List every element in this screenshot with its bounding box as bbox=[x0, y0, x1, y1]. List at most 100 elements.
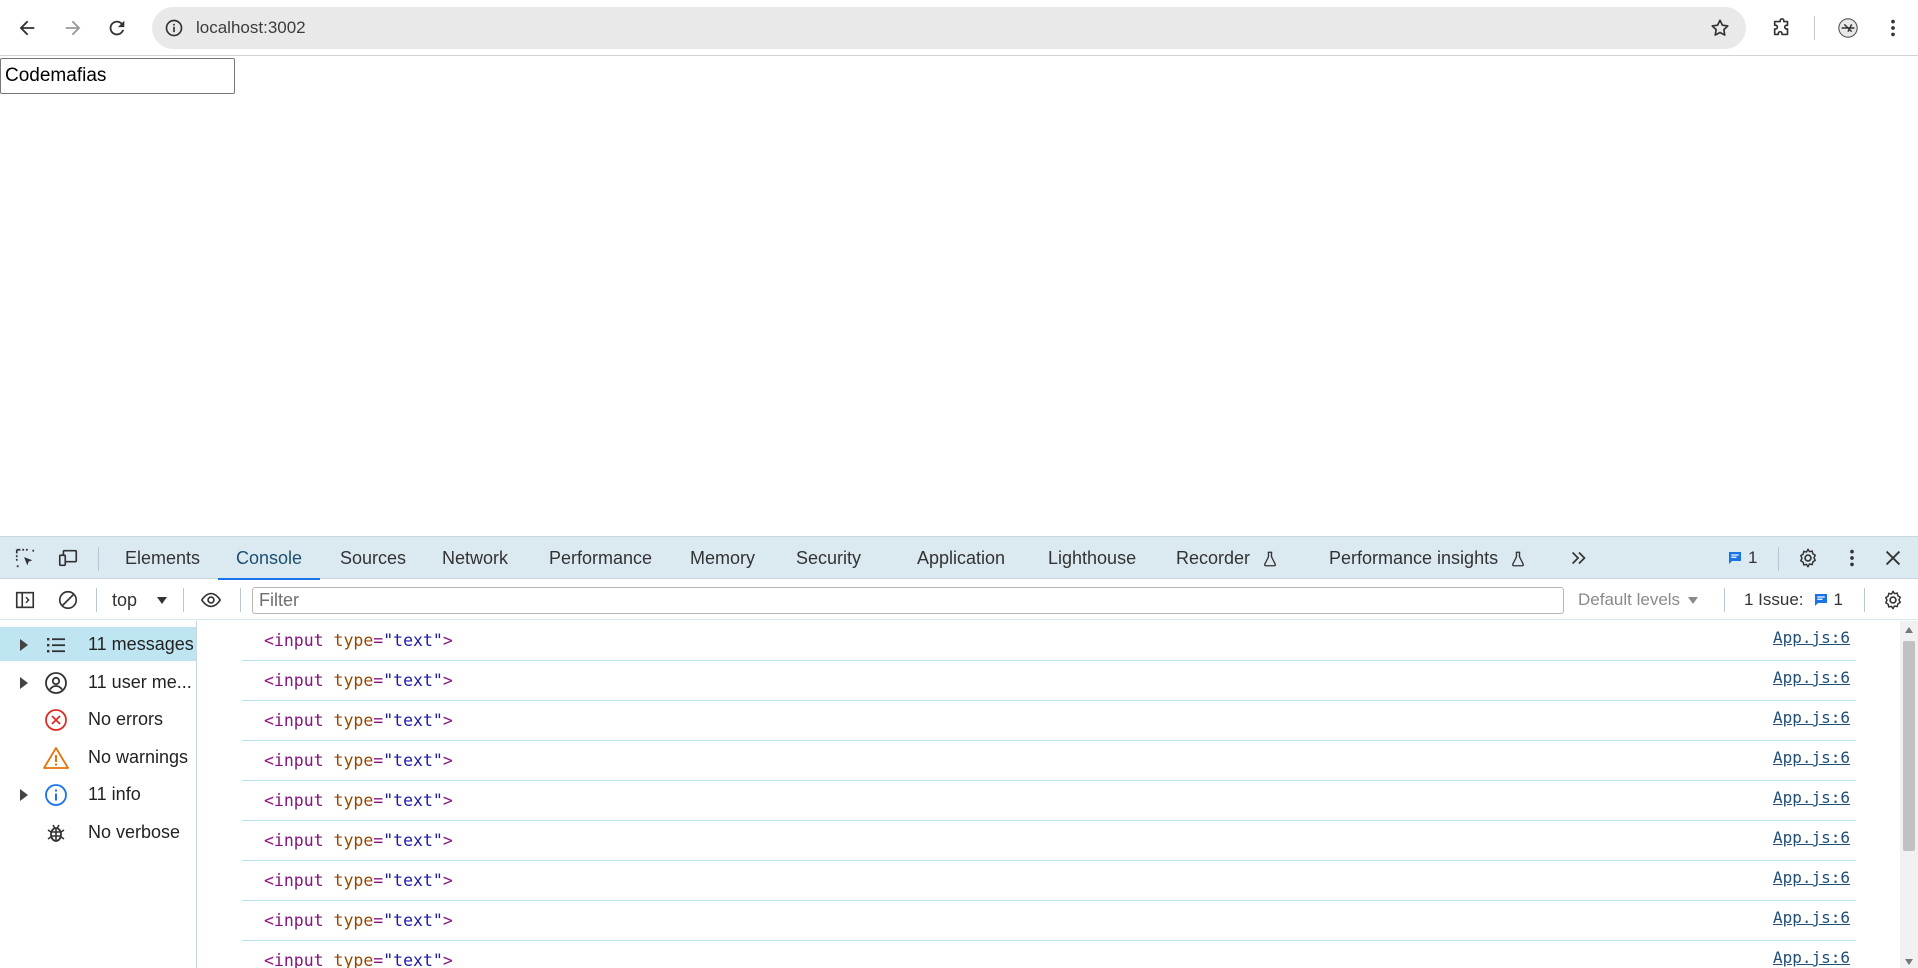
sidebar-item-label: 11 messages bbox=[88, 634, 194, 654]
message-source-link[interactable]: App.js:6 bbox=[1773, 861, 1850, 901]
log-levels-dropdown[interactable]: Default levels bbox=[1578, 580, 1699, 620]
expand-triangle-icon[interactable] bbox=[20, 789, 28, 801]
console-message-row[interactable]: <input type="text"> App.js:6 bbox=[242, 661, 1856, 701]
sidebar-item-messages[interactable]: 11 messages bbox=[0, 627, 196, 661]
bookmark-star-icon[interactable] bbox=[1708, 16, 1732, 40]
profile-button[interactable] bbox=[1830, 10, 1866, 46]
log-levels-label: Default levels bbox=[1578, 590, 1681, 609]
expand-triangle-icon[interactable] bbox=[20, 677, 28, 689]
toolbar-separator bbox=[96, 588, 97, 612]
console-message-code[interactable]: <input type="text"> bbox=[264, 661, 453, 701]
tab-lighthouse[interactable]: Lighthouse bbox=[1044, 537, 1140, 579]
message-source-link[interactable]: App.js:6 bbox=[1773, 941, 1850, 968]
sidebar-item-label: No verbose bbox=[88, 822, 181, 842]
sidebar-item-label: 11 user me... bbox=[88, 672, 192, 692]
tab-sources[interactable]: Sources bbox=[336, 537, 410, 579]
browser-toolbar: localhost:3002 bbox=[0, 0, 1918, 56]
message-source-link[interactable]: App.js:6 bbox=[1773, 701, 1850, 741]
console-message-row[interactable]: <input type="text"> App.js:6 bbox=[242, 621, 1856, 661]
user-icon bbox=[43, 670, 69, 696]
console-message-row[interactable]: <input type="text"> App.js:6 bbox=[242, 741, 1856, 781]
tab-performance-insights-label: Performance insights bbox=[1329, 548, 1499, 568]
devtools-menu-kebab-icon[interactable] bbox=[1839, 545, 1865, 571]
toolbar-separator bbox=[1814, 16, 1815, 40]
tab-performance-insights[interactable]: Performance insights bbox=[1325, 537, 1531, 579]
message-source-link[interactable]: App.js:6 bbox=[1773, 741, 1850, 781]
tab-security[interactable]: Security bbox=[792, 537, 865, 579]
flask-icon bbox=[1264, 551, 1277, 567]
tab-recorder[interactable]: Recorder bbox=[1172, 537, 1283, 579]
devtools-tab-bar: Elements Console Sources Network Perform… bbox=[0, 537, 1918, 580]
browser-menu-button[interactable] bbox=[1875, 10, 1911, 46]
close-devtools-icon[interactable] bbox=[1880, 545, 1906, 571]
message-source-link[interactable]: App.js:6 bbox=[1773, 781, 1850, 821]
reload-icon bbox=[109, 20, 125, 36]
device-toolbar-icon[interactable] bbox=[55, 545, 81, 571]
tab-performance[interactable]: Performance bbox=[545, 537, 656, 579]
console-settings-gear-icon[interactable] bbox=[1880, 587, 1906, 613]
tab-elements[interactable]: Elements bbox=[121, 537, 204, 579]
context-selector[interactable]: top bbox=[112, 580, 168, 620]
console-filter-input[interactable] bbox=[252, 587, 1564, 614]
site-info-icon[interactable] bbox=[162, 16, 186, 40]
message-bubble-icon bbox=[1729, 552, 1741, 564]
console-message-code[interactable]: <input type="text"> bbox=[264, 781, 453, 821]
console-message-code[interactable]: <input type="text"> bbox=[264, 941, 453, 968]
scroll-down-arrow-icon[interactable] bbox=[1905, 959, 1913, 965]
forward-button[interactable] bbox=[55, 10, 91, 46]
sidebar-item-label: 11 info bbox=[88, 784, 141, 804]
scroll-up-arrow-icon[interactable] bbox=[1905, 627, 1913, 633]
dropdown-triangle-icon bbox=[157, 597, 168, 605]
inspect-element-icon[interactable] bbox=[12, 545, 38, 571]
console-message-code[interactable]: <input type="text"> bbox=[264, 861, 453, 901]
console-message-row[interactable]: <input type="text"> App.js:6 bbox=[242, 821, 1856, 861]
expand-triangle-icon[interactable] bbox=[20, 639, 28, 651]
message-source-link[interactable]: App.js:6 bbox=[1773, 901, 1850, 941]
console-message-code[interactable]: <input type="text"> bbox=[264, 621, 453, 661]
message-source-link[interactable]: App.js:6 bbox=[1773, 621, 1850, 661]
extensions-button[interactable] bbox=[1764, 10, 1800, 46]
sidebar-toggle-icon[interactable] bbox=[12, 587, 38, 613]
console-message-row[interactable]: <input type="text"> App.js:6 bbox=[242, 701, 1856, 741]
tab-network[interactable]: Network bbox=[438, 537, 512, 579]
address-bar[interactable]: localhost:3002 bbox=[152, 7, 1746, 49]
url-text[interactable]: localhost:3002 bbox=[196, 7, 306, 49]
issues-badge-count: 1 bbox=[1748, 548, 1758, 567]
kebab-menu-icon bbox=[1891, 19, 1895, 37]
clear-console-icon[interactable] bbox=[55, 587, 81, 613]
tab-memory[interactable]: Memory bbox=[686, 537, 759, 579]
scrollbar-thumb[interactable] bbox=[1903, 641, 1915, 851]
console-sidebar: 11 messages 11 user me... No errors No w… bbox=[0, 621, 197, 968]
arrow-left-icon bbox=[19, 20, 35, 36]
console-message-row[interactable]: <input type="text"> App.js:6 bbox=[242, 861, 1856, 901]
issues-badge[interactable]: 1 bbox=[1726, 547, 1757, 569]
page-text-input[interactable] bbox=[0, 58, 235, 94]
console-message-code[interactable]: <input type="text"> bbox=[264, 901, 453, 941]
back-button[interactable] bbox=[9, 10, 45, 46]
tab-console[interactable]: Console bbox=[217, 537, 321, 580]
console-message-row[interactable]: <input type="text"> App.js:6 bbox=[242, 901, 1856, 941]
toolbar-separator bbox=[1724, 588, 1725, 612]
console-message-row[interactable]: <input type="text"> App.js:6 bbox=[242, 781, 1856, 821]
message-source-link[interactable]: App.js:6 bbox=[1773, 661, 1850, 701]
tab-application[interactable]: Application bbox=[913, 537, 1009, 579]
settings-gear-icon[interactable] bbox=[1795, 545, 1821, 571]
console-message-code[interactable]: <input type="text"> bbox=[264, 741, 453, 781]
console-message-code[interactable]: <input type="text"> bbox=[264, 701, 453, 741]
sidebar-item-warnings[interactable]: No warnings bbox=[0, 740, 196, 774]
sidebar-item-info[interactable]: 11 info bbox=[0, 777, 196, 811]
dropdown-triangle-icon bbox=[1687, 596, 1698, 604]
console-scrollbar[interactable] bbox=[1900, 621, 1918, 968]
console-message-row[interactable]: <input type="text"> App.js:6 bbox=[242, 941, 1856, 968]
sidebar-item-verbose[interactable]: No verbose bbox=[0, 815, 196, 849]
error-icon bbox=[43, 707, 69, 733]
issues-counter-button[interactable]: 1 Issue: 1 bbox=[1744, 580, 1843, 620]
reload-button[interactable] bbox=[99, 10, 135, 46]
sidebar-item-user-messages[interactable]: 11 user me... bbox=[0, 665, 196, 699]
message-source-link[interactable]: App.js:6 bbox=[1773, 821, 1850, 861]
more-tabs-chevron-icon[interactable] bbox=[1566, 545, 1592, 571]
sidebar-item-errors[interactable]: No errors bbox=[0, 702, 196, 736]
live-expression-eye-icon[interactable] bbox=[198, 587, 224, 613]
console-message-code[interactable]: <input type="text"> bbox=[264, 821, 453, 861]
flask-icon bbox=[1512, 551, 1525, 567]
